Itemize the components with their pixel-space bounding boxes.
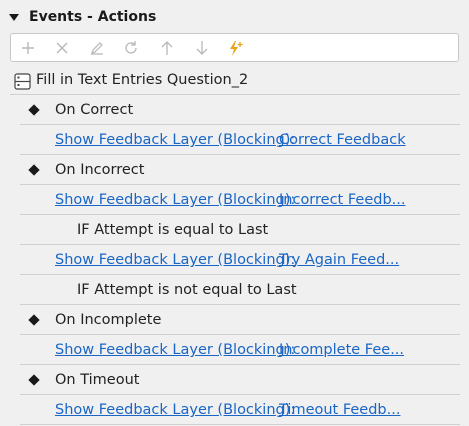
arrow-up-icon[interactable] — [156, 38, 178, 58]
condition-row-last[interactable]: IF Attempt is equal to Last — [20, 216, 460, 245]
target-link[interactable]: Incorrect Feedb... — [279, 186, 405, 214]
event-row-on-incomplete[interactable]: On Incomplete — [20, 306, 460, 335]
lightning-add-icon[interactable] — [225, 38, 247, 58]
action-row-incomplete[interactable]: Show Feedback Layer (Blocking): Incomple… — [20, 336, 460, 365]
diamond-icon — [28, 164, 40, 176]
action-link[interactable]: Show Feedback Layer (Blocking): — [55, 186, 295, 214]
diamond-icon — [28, 104, 40, 116]
action-link[interactable]: Show Feedback Layer (Blocking): — [55, 396, 295, 424]
events-actions-header[interactable]: Events - Actions — [0, 6, 469, 30]
condition-label: IF Attempt is equal to Last — [77, 222, 269, 238]
target-link[interactable]: Timeout Feedb... — [279, 396, 400, 424]
event-row-on-incorrect[interactable]: On Incorrect — [20, 156, 460, 185]
collapse-triangle-icon[interactable] — [9, 14, 19, 21]
pencil-icon[interactable] — [86, 38, 108, 58]
plus-icon[interactable] — [17, 38, 39, 58]
condition-label: IF Attempt is not equal to Last — [77, 282, 297, 298]
action-link[interactable]: Show Feedback Layer (Blocking): — [55, 336, 295, 364]
event-label: On Incomplete — [55, 312, 162, 328]
close-icon[interactable] — [51, 38, 73, 58]
refresh-icon[interactable] — [120, 38, 142, 58]
action-row-timeout[interactable]: Show Feedback Layer (Blocking): Timeout … — [20, 396, 460, 425]
arrow-down-icon[interactable] — [191, 38, 213, 58]
action-row-correct[interactable]: Show Feedback Layer (Blocking): Correct … — [20, 126, 460, 155]
event-row-on-timeout[interactable]: On Timeout — [20, 366, 460, 395]
event-row-on-correct[interactable]: On Correct — [20, 96, 460, 125]
action-row-try-again[interactable]: Show Feedback Layer (Blocking): Try Agai… — [20, 246, 460, 275]
diamond-icon — [28, 314, 40, 326]
action-link[interactable]: Show Feedback Layer (Blocking): — [55, 246, 295, 274]
target-link[interactable]: Try Again Feed... — [279, 246, 399, 274]
condition-row-not-last[interactable]: IF Attempt is not equal to Last — [20, 276, 460, 305]
trigger-row[interactable]: Fill in Text Entries Question_2 — [10, 66, 460, 95]
event-label: On Timeout — [55, 372, 140, 388]
action-row-incorrect[interactable]: Show Feedback Layer (Blocking): Incorrec… — [20, 186, 460, 215]
diamond-icon — [28, 374, 40, 386]
event-label: On Incorrect — [55, 162, 145, 178]
target-link[interactable]: Correct Feedback — [279, 126, 406, 154]
panel-title: Events - Actions — [29, 9, 157, 25]
action-link[interactable]: Show Feedback Layer (Blocking): — [55, 126, 295, 154]
trigger-label: Fill in Text Entries Question_2 — [36, 72, 249, 88]
actions-toolbar — [10, 33, 459, 62]
event-label: On Correct — [55, 102, 134, 118]
target-link[interactable]: Incomplete Fee... — [279, 336, 404, 364]
